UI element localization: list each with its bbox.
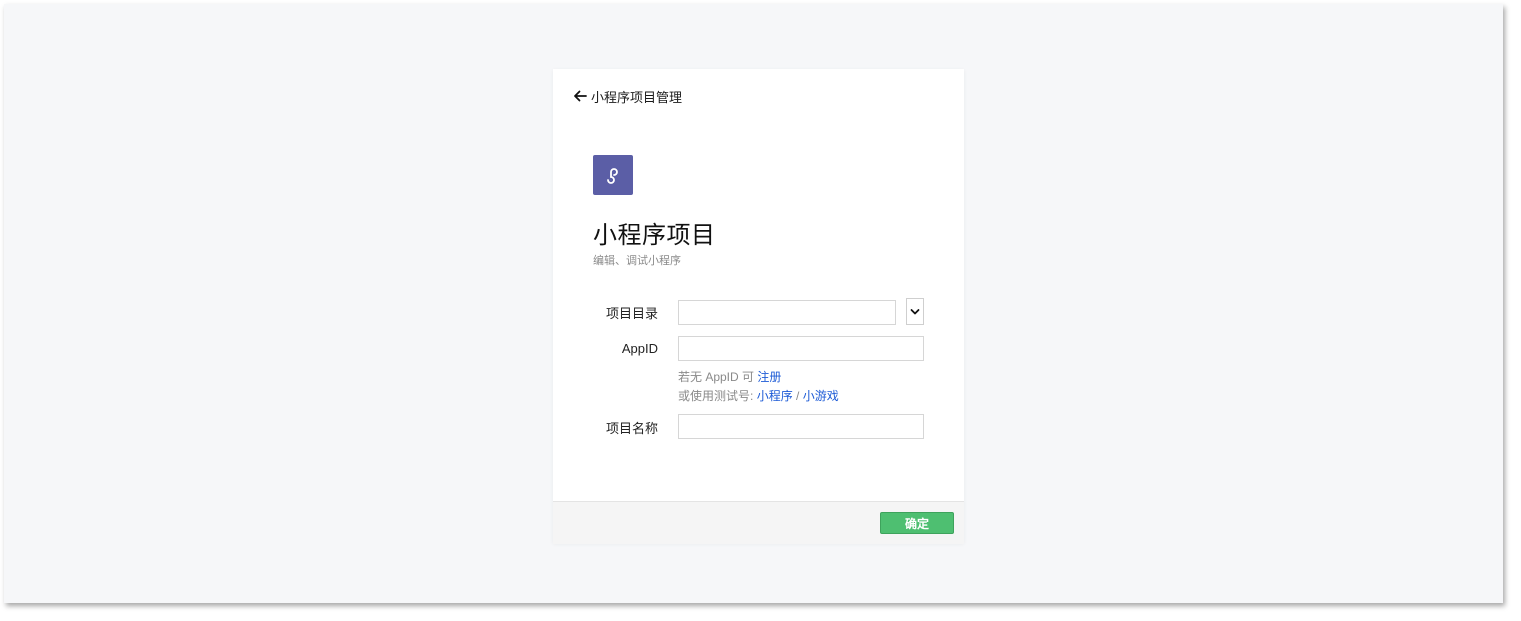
confirm-button[interactable]: 确定 [880, 512, 954, 534]
register-link[interactable]: 注册 [757, 370, 781, 384]
project-name-input[interactable] [678, 414, 924, 439]
project-dir-input[interactable] [678, 300, 896, 325]
hint-separator: / [796, 389, 800, 403]
new-project-dialog: 小程序项目管理 小程序项目 编辑、调试小程序 项目目录 AppID 若无 App… [553, 69, 964, 544]
project-dir-dropdown-button[interactable] [906, 298, 924, 325]
register-hint: 若无 AppID 可 注册 [678, 368, 781, 385]
back-button[interactable]: 小程序项目管理 [573, 88, 683, 105]
arrow-left-icon [574, 90, 587, 102]
test-minigame-link[interactable]: 小游戏 [803, 389, 839, 403]
appid-label: AppID [621, 341, 658, 356]
test-account-hint: 或使用测试号: 小程序 / 小游戏 [678, 387, 839, 404]
page-subtitle: 编辑、调试小程序 [593, 255, 681, 267]
chevron-down-icon [910, 308, 920, 314]
test-account-hint-text: 或使用测试号: [678, 389, 754, 403]
page-title: 小程序项目 [593, 222, 716, 249]
app-window: 小程序项目管理 小程序项目 编辑、调试小程序 项目目录 AppID 若无 App… [4, 4, 1503, 603]
project-dir-label: 项目目录 [605, 306, 658, 321]
back-label: 小程序项目管理 [591, 89, 683, 105]
dialog-footer: 确定 [553, 501, 964, 544]
register-hint-text: 若无 AppID 可 [678, 370, 755, 384]
project-name-label: 项目名称 [605, 421, 658, 436]
miniprogram-logo-icon [593, 155, 633, 195]
test-miniprogram-link[interactable]: 小程序 [757, 389, 793, 403]
appid-input[interactable] [678, 336, 924, 361]
